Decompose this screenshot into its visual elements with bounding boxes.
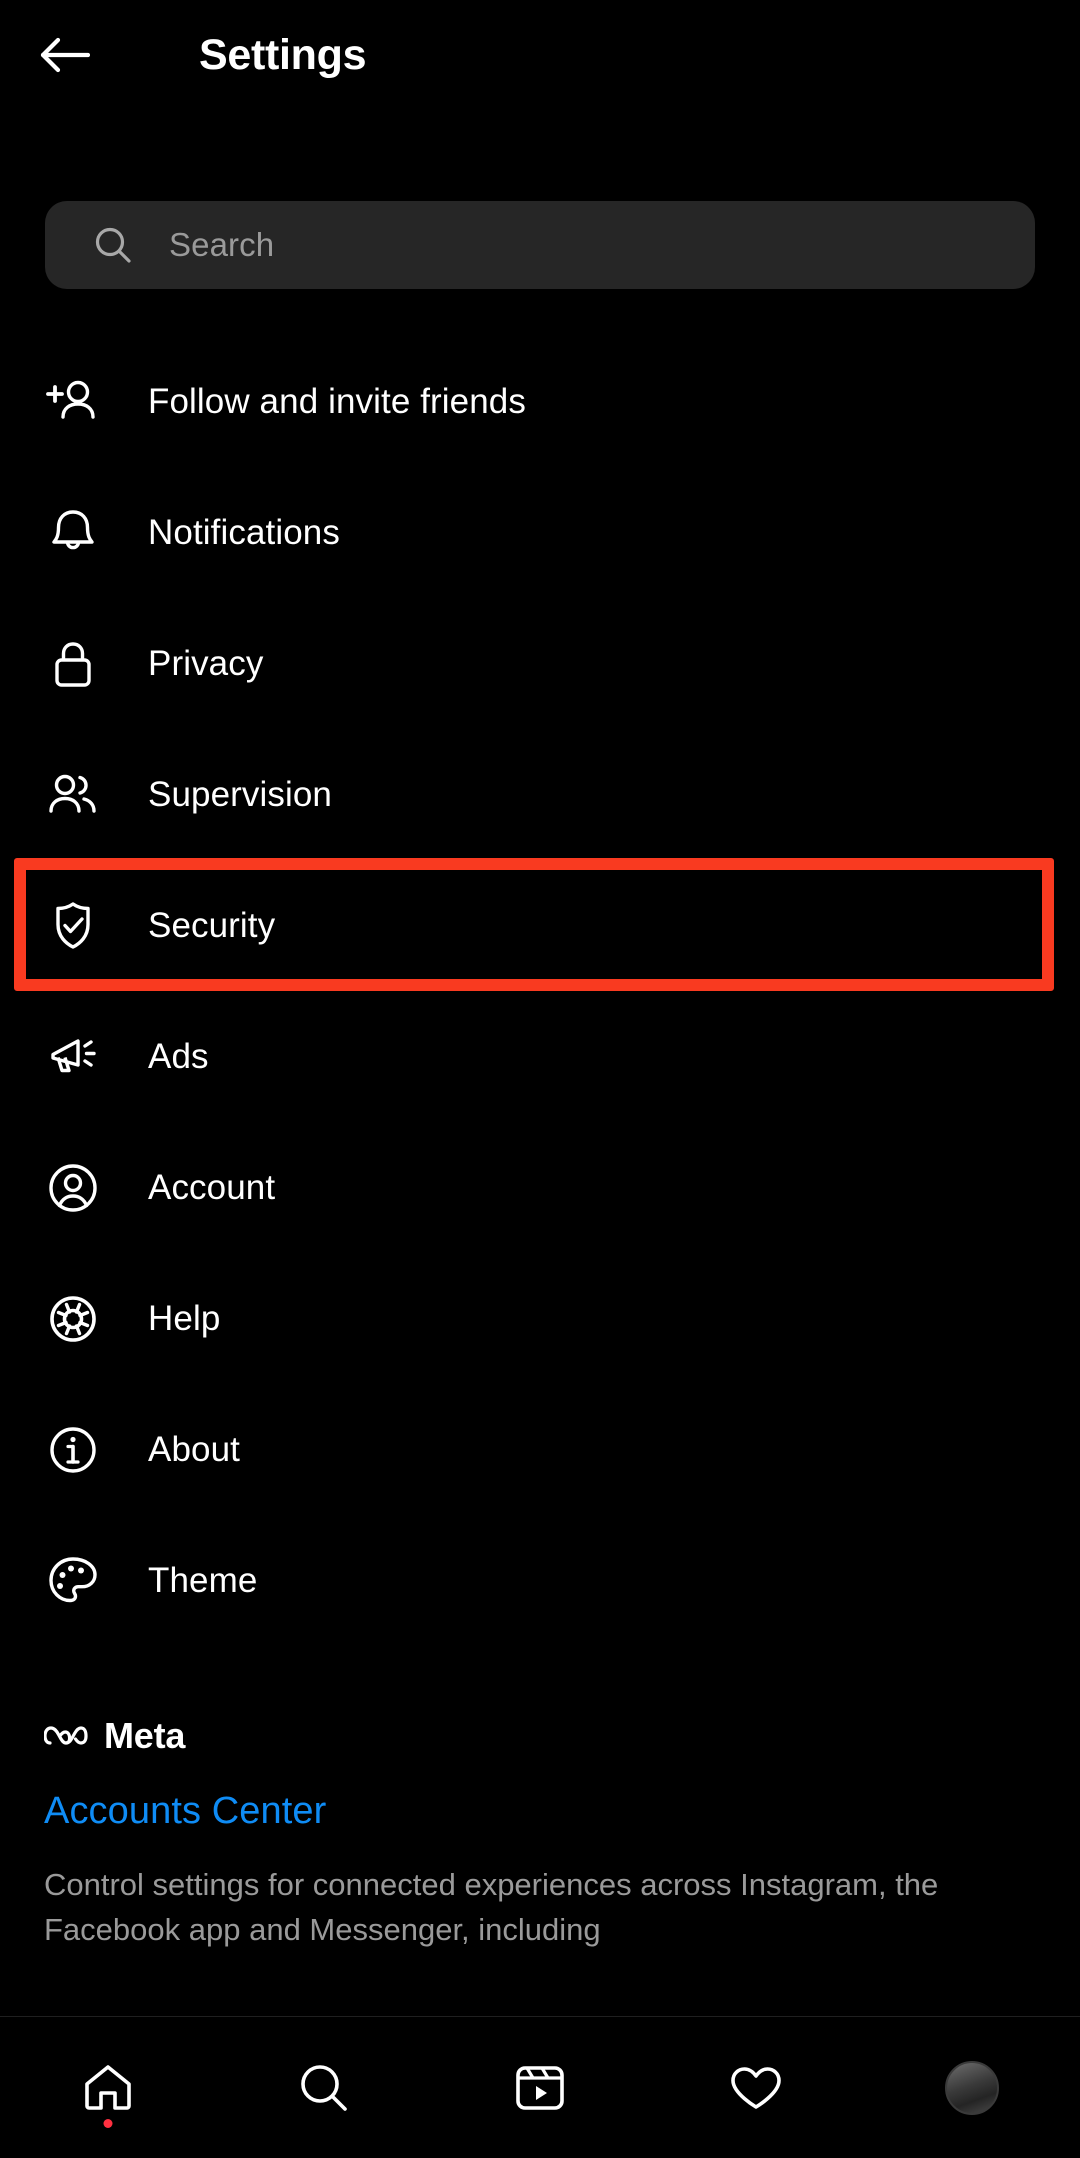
meta-description: Control settings for connected experienc… xyxy=(44,1867,939,1947)
search-placeholder: Search xyxy=(169,226,275,263)
app-header: Settings xyxy=(0,0,1080,115)
menu-item-supervision[interactable]: Supervision xyxy=(0,729,1080,860)
accounts-center-link[interactable]: Accounts Center xyxy=(44,1790,326,1833)
notification-dot xyxy=(103,2119,113,2128)
nav-item-search[interactable] xyxy=(216,2017,432,2158)
lock-icon xyxy=(42,633,104,695)
arrow-left-icon xyxy=(40,37,90,73)
menu-item-label: About xyxy=(148,1430,240,1469)
menu-item-security[interactable]: Security xyxy=(0,860,1080,991)
menu-item-privacy[interactable]: Privacy xyxy=(0,598,1080,729)
info-circle-icon xyxy=(42,1419,104,1481)
menu-item-ads[interactable]: Ads xyxy=(0,991,1080,1122)
nav-item-profile[interactable] xyxy=(864,2017,1080,2158)
search-input[interactable]: Search xyxy=(45,201,1035,289)
settings-screen: Settings Search Follow and invite friend… xyxy=(0,0,1080,2158)
menu-item-about[interactable]: About xyxy=(0,1384,1080,1515)
menu-item-account[interactable]: Account xyxy=(0,1122,1080,1253)
menu-item-label: Ads xyxy=(148,1037,209,1076)
menu-item-label: Account xyxy=(148,1168,276,1207)
meta-infinity-logo xyxy=(44,1721,88,1751)
menu-item-notifications[interactable]: Notifications xyxy=(0,467,1080,598)
back-button[interactable] xyxy=(33,24,95,86)
menu-item-label: Follow and invite friends xyxy=(148,382,526,421)
menu-item-follow-and-invite-friends[interactable]: Follow and invite friends xyxy=(0,336,1080,467)
menu-item-help[interactable]: Help xyxy=(0,1253,1080,1384)
profile-avatar xyxy=(945,2060,999,2115)
menu-item-label: Theme xyxy=(148,1561,258,1600)
nav-item-home[interactable] xyxy=(0,2017,216,2158)
reels-icon xyxy=(516,2065,564,2110)
home-icon xyxy=(85,2064,131,2110)
meta-section: Meta Accounts Center Control settings fo… xyxy=(44,1712,1044,1953)
bottom-navigation-bar xyxy=(0,2017,1080,2158)
nav-item-activity[interactable] xyxy=(648,2017,864,2158)
page-title: Settings xyxy=(199,30,367,79)
settings-menu-list: Follow and invite friends Notifications … xyxy=(0,336,1080,1646)
meta-brand-name: Meta xyxy=(104,1715,186,1756)
bell-icon xyxy=(42,502,104,564)
menu-item-label: Notifications xyxy=(148,513,340,552)
meta-brand: Meta xyxy=(44,1712,1044,1760)
heart-icon xyxy=(731,2066,781,2109)
search-icon xyxy=(93,225,133,265)
menu-item-label: Privacy xyxy=(148,644,264,683)
menu-item-theme[interactable]: Theme xyxy=(0,1515,1080,1646)
nav-item-reels[interactable] xyxy=(432,2017,648,2158)
person-circle-icon xyxy=(42,1157,104,1219)
people-icon xyxy=(42,764,104,826)
life-ring-icon xyxy=(42,1288,104,1350)
person-add-icon xyxy=(42,371,104,433)
menu-item-label: Supervision xyxy=(148,775,332,814)
menu-item-label: Security xyxy=(148,906,276,945)
shield-check-icon xyxy=(42,895,104,957)
menu-item-label: Help xyxy=(148,1299,221,1338)
palette-icon xyxy=(42,1550,104,1612)
megaphone-icon xyxy=(42,1026,104,1088)
search-icon xyxy=(301,2064,347,2111)
